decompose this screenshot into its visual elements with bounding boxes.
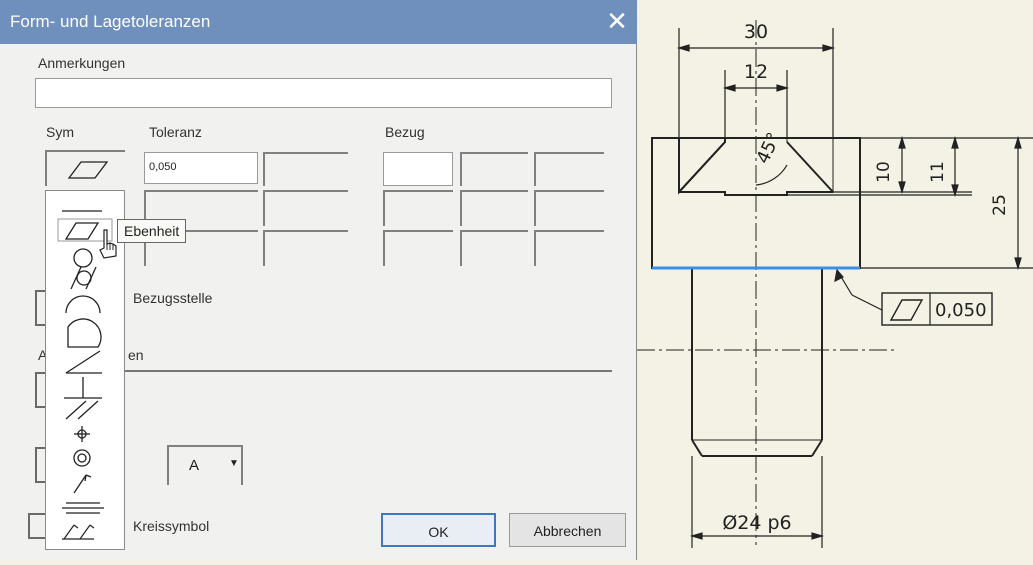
tolerance-cell[interactable] (263, 190, 348, 226)
tolerance-cell[interactable] (263, 230, 348, 266)
datum-header: Bezug (385, 124, 425, 140)
datum-cell[interactable] (534, 152, 604, 186)
annotations-input[interactable] (35, 78, 612, 108)
dim-30-label: 30 (744, 21, 768, 43)
kreissymbol-checkbox[interactable] (28, 513, 45, 539)
ok-button[interactable]: OK (381, 513, 496, 547)
dim-angle-label: 45° (752, 129, 785, 167)
cancel-button[interactable]: Abbrechen (509, 513, 626, 547)
angularity-icon (65, 350, 102, 374)
dim-diameter-label: Ø24 p6 (722, 512, 791, 534)
line-profile-icon (65, 295, 101, 314)
dim-25-label: 25 (990, 194, 1010, 216)
close-icon[interactable]: ✕ (602, 6, 632, 36)
datum-cell[interactable] (534, 190, 604, 226)
datum-select-value: A (189, 457, 200, 474)
datum-identifier-label: Bezugsstelle (133, 290, 213, 306)
datum-cell[interactable] (460, 230, 528, 266)
total-runout-icon (62, 524, 95, 540)
tolerance-header: Toleranz (149, 124, 202, 140)
roundness-icon (73, 248, 93, 268)
tolerance-dialog: Form- und Lagetoleranzen ✕ Anmerkungen S… (0, 0, 637, 560)
parallelism-icon (65, 400, 99, 420)
annotations-label: Anmerkungen (38, 55, 126, 71)
frame-value: 0,050 (935, 300, 987, 321)
dialog-titlebar: Form- und Lagetoleranzen ✕ (0, 0, 637, 44)
symmetry-icon (62, 502, 104, 514)
tooltip: Ebenheit (117, 219, 187, 243)
flatness-icon (889, 299, 924, 321)
perpendicularity-icon (64, 377, 102, 399)
symbol-button[interactable] (45, 150, 125, 186)
datum-cell[interactable] (460, 152, 528, 186)
tolerance-value: 0,050 (149, 161, 177, 173)
drawing-canvas: 30 12 45° 10 11 25 0,050 Ø24 p6 (637, 20, 1033, 548)
projected-zone-box[interactable] (35, 372, 45, 408)
position-icon (74, 426, 90, 442)
height-box[interactable] (35, 447, 45, 483)
chevron-down-icon: ▼ (229, 458, 239, 469)
tolerance-cell[interactable] (263, 152, 348, 186)
concentricity-icon (73, 449, 91, 467)
cylindricity-icon (70, 266, 97, 290)
dim-12-label: 12 (744, 61, 768, 83)
flatness-icon (67, 161, 109, 179)
dim-11-label: 11 (928, 161, 948, 183)
technical-drawing: 30 12 45° 10 11 25 0,050 Ø24 p6 (637, 0, 1033, 560)
dialog-title: Form- und Lagetoleranzen (10, 12, 211, 31)
datum-identifier-box[interactable] (35, 290, 45, 326)
kreissymbol-label: Kreissymbol (133, 518, 210, 534)
datum-cell[interactable] (383, 230, 453, 266)
sym-header: Sym (46, 124, 74, 140)
circular-runout-icon (73, 474, 92, 494)
datum-cell[interactable] (534, 230, 604, 266)
datum-cell[interactable] (460, 190, 528, 226)
tolerance-input[interactable]: 0,050 (144, 152, 258, 184)
surface-profile-icon (67, 318, 102, 348)
partial-label-b: en (128, 347, 144, 363)
divider (125, 370, 612, 372)
datum-input[interactable] (383, 152, 453, 186)
datum-cell[interactable] (383, 190, 453, 226)
datum-select[interactable]: A ▼ (167, 445, 243, 485)
dim-10-label: 10 (874, 161, 894, 183)
